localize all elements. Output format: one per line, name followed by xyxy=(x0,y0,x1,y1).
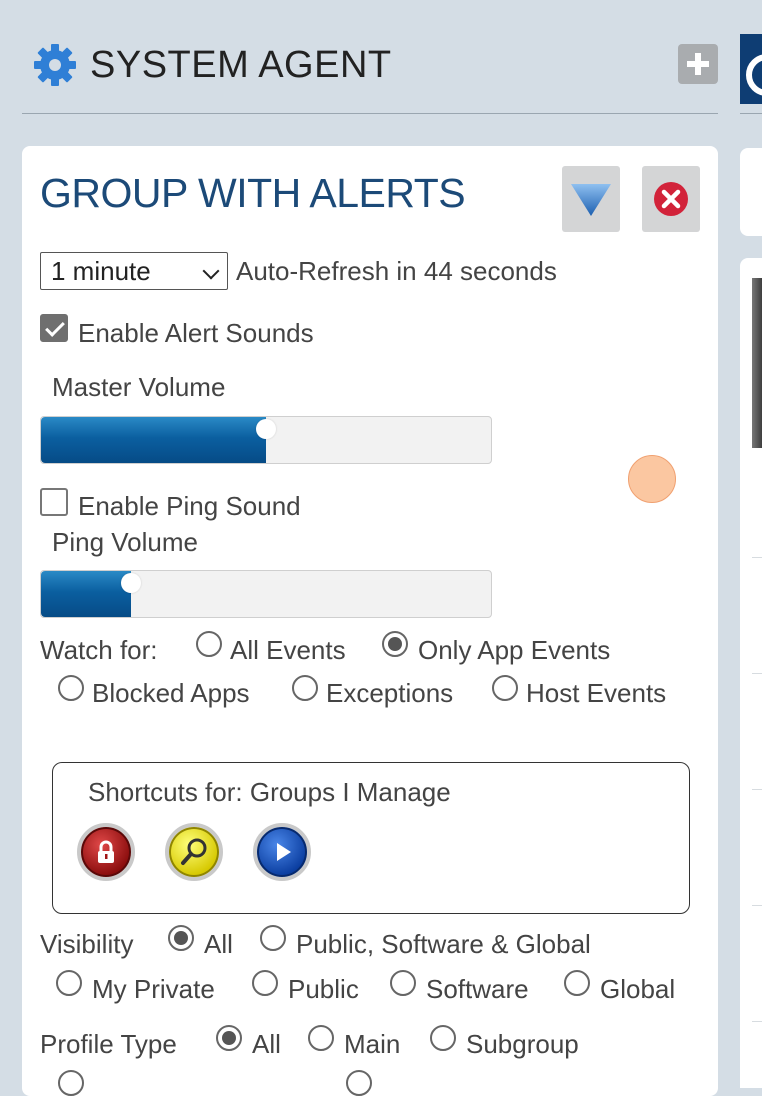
ping-volume-fill xyxy=(41,571,131,617)
profile-type-all-label: All xyxy=(252,1029,281,1059)
profile-type-subgroup-radio[interactable] xyxy=(430,1025,456,1051)
adjacent-row-divider xyxy=(752,789,762,790)
refresh-interval-value: 1 minute xyxy=(51,256,151,286)
watch-exceptions-label: Exceptions xyxy=(326,678,454,708)
watch-all-events-radio[interactable] xyxy=(196,631,222,657)
lock-icon xyxy=(98,840,114,863)
watch-host-events-label: Host Events xyxy=(526,678,667,708)
profile-type-all-radio[interactable] xyxy=(216,1025,242,1051)
visibility-all-radio[interactable] xyxy=(168,925,194,951)
master-volume-handle[interactable] xyxy=(256,419,276,439)
visibility-global-radio[interactable] xyxy=(564,970,590,996)
watch-only-app-events-radio[interactable] xyxy=(382,631,408,657)
visibility-my-private-radio[interactable] xyxy=(56,970,82,996)
gear-icon xyxy=(34,44,76,86)
visibility-all-label: All xyxy=(204,929,233,959)
watch-for-label: Watch for: xyxy=(40,635,158,665)
visibility-my-private-label: My Private xyxy=(92,974,215,1004)
ping-volume-handle[interactable] xyxy=(121,573,141,593)
add-widget-button[interactable] xyxy=(678,44,718,84)
profile-type-main-label: Main xyxy=(344,1029,401,1059)
watch-all-events-label: All Events xyxy=(230,635,346,665)
partial-logo xyxy=(740,34,762,104)
enable-ping-sound-checkbox[interactable] xyxy=(40,488,68,516)
watch-exceptions-radio[interactable] xyxy=(292,675,318,701)
filter-button[interactable] xyxy=(562,166,620,232)
visibility-public-software-global-radio[interactable] xyxy=(260,925,286,951)
adjacent-row-divider xyxy=(752,905,762,906)
play-icon xyxy=(277,843,291,861)
visibility-global-label: Global xyxy=(600,974,676,1004)
visibility-public-label: Public xyxy=(288,974,359,1004)
ping-volume-slider[interactable] xyxy=(40,570,492,618)
filter-triangle-icon xyxy=(571,184,611,216)
refresh-interval-select[interactable]: 1 minute xyxy=(40,252,228,290)
profile-type-extra-radio[interactable] xyxy=(58,1070,84,1096)
header-divider xyxy=(740,113,762,114)
adjacent-row-divider xyxy=(752,1021,762,1022)
shortcuts-box: Shortcuts for: Groups I Manage xyxy=(52,762,690,914)
visibility-software-radio[interactable] xyxy=(390,970,416,996)
panel-title: GROUP WITH ALERTS xyxy=(40,170,466,216)
profile-type-subgroup-label: Subgroup xyxy=(466,1029,579,1059)
close-circle-icon xyxy=(654,182,688,216)
visibility-label: Visibility xyxy=(40,929,134,959)
master-volume-slider[interactable] xyxy=(40,416,492,464)
chevron-down-icon xyxy=(202,262,220,280)
master-volume-fill xyxy=(41,417,266,463)
search-icon xyxy=(181,838,207,865)
enable-alert-sounds-checkbox[interactable] xyxy=(40,314,68,342)
cursor-indicator xyxy=(628,455,676,503)
master-volume-label: Master Volume xyxy=(52,372,226,402)
adjacent-row-divider xyxy=(752,557,762,558)
visibility-public-radio[interactable] xyxy=(252,970,278,996)
enable-ping-sound-label: Enable Ping Sound xyxy=(78,491,301,521)
profile-type-label: Profile Type xyxy=(40,1029,177,1059)
profile-type-main-radio[interactable] xyxy=(308,1025,334,1051)
ping-volume-label: Ping Volume xyxy=(52,527,198,557)
watch-blocked-apps-label: Blocked Apps xyxy=(92,678,250,708)
adjacent-panel-image xyxy=(752,278,762,448)
lock-shortcut-button[interactable] xyxy=(77,823,135,881)
watch-blocked-apps-radio[interactable] xyxy=(58,675,84,701)
visibility-software-label: Software xyxy=(426,974,529,1004)
search-shortcut-button[interactable] xyxy=(165,823,223,881)
adjacent-row-divider xyxy=(752,673,762,674)
app-title: SYSTEM AGENT xyxy=(90,44,392,86)
app-header: SYSTEM AGENT xyxy=(22,30,718,114)
shortcuts-label: Shortcuts for: Groups I Manage xyxy=(88,777,451,807)
adjacent-panel-top xyxy=(740,148,762,236)
enable-alert-sounds-label: Enable Alert Sounds xyxy=(78,318,314,348)
close-button[interactable] xyxy=(642,166,700,232)
watch-only-app-events-label: Only App Events xyxy=(418,635,611,665)
watch-host-events-radio[interactable] xyxy=(492,675,518,701)
visibility-public-software-global-label: Public, Software & Global xyxy=(296,929,591,959)
auto-refresh-status: Auto-Refresh in 44 seconds xyxy=(236,256,557,286)
profile-type-extra-radio[interactable] xyxy=(346,1070,372,1096)
group-alerts-panel: GROUP WITH ALERTS 1 minute Auto-Refresh … xyxy=(22,146,718,1096)
play-shortcut-button[interactable] xyxy=(253,823,311,881)
